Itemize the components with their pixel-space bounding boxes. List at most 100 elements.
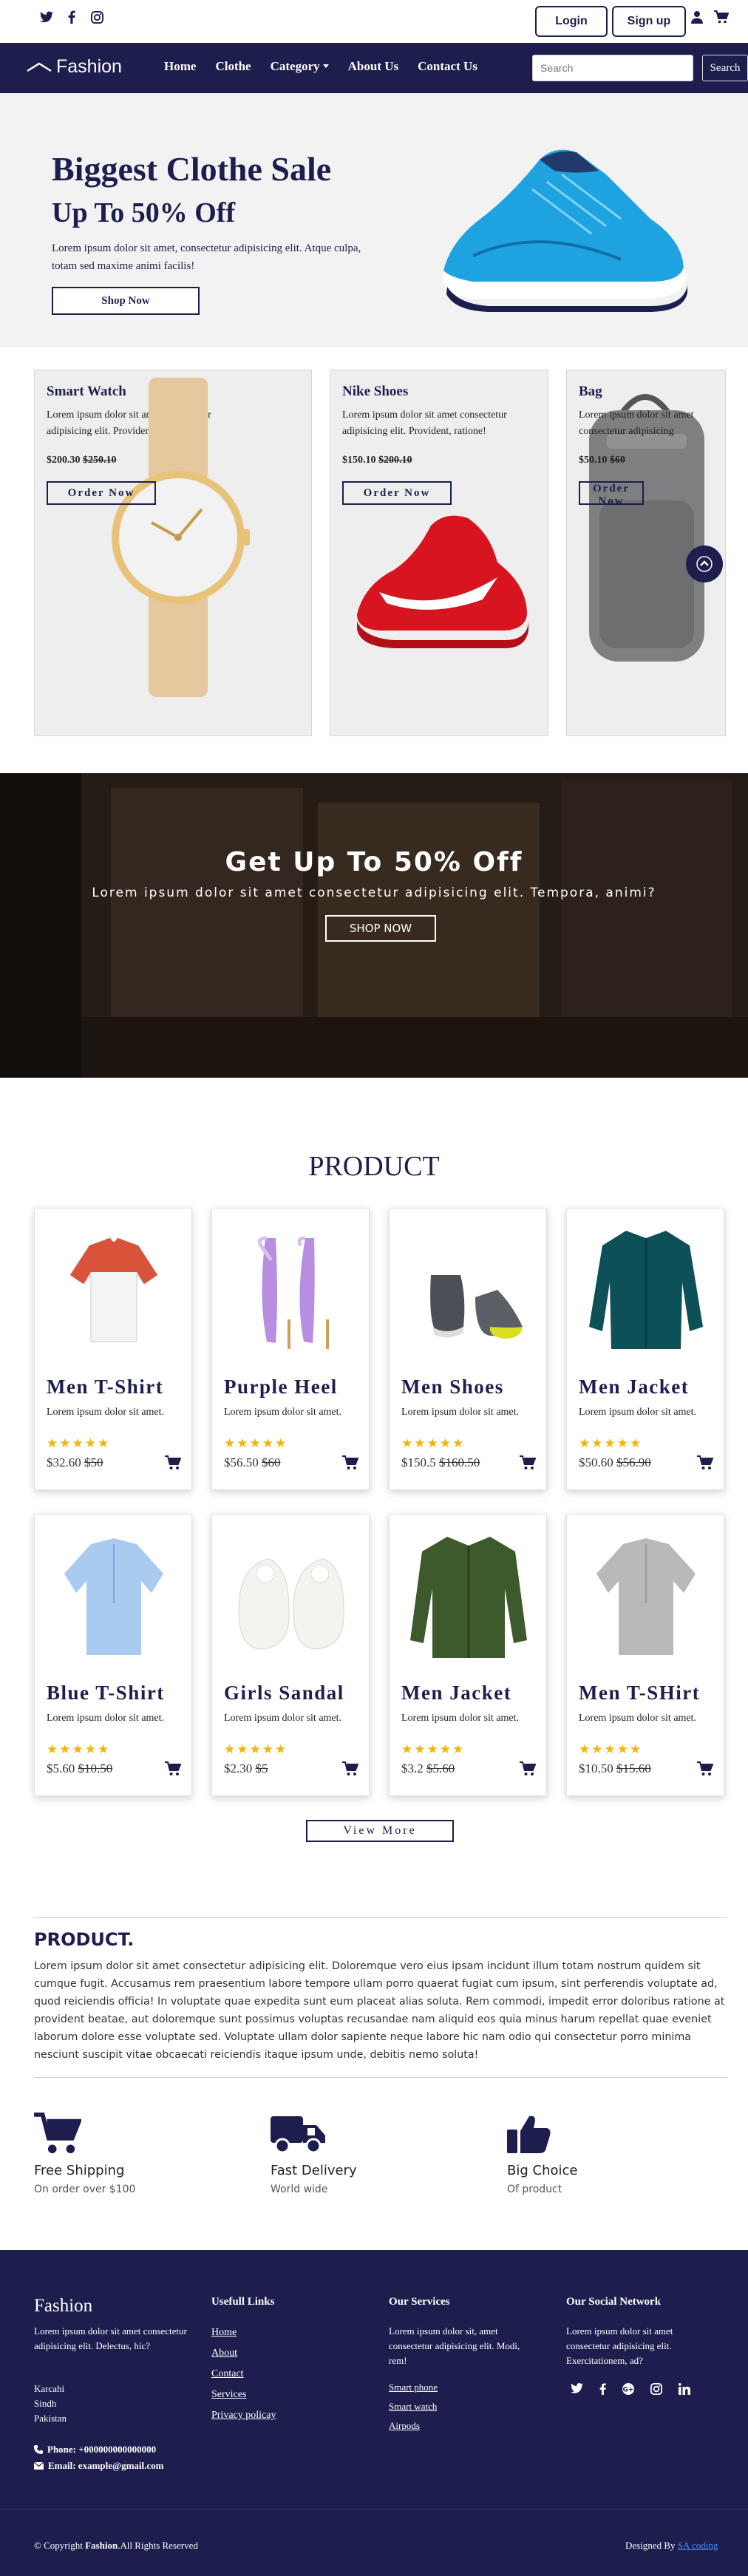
nav-link-home[interactable]: Home bbox=[164, 59, 196, 74]
footer-address-city: Karcahi bbox=[34, 2383, 65, 2394]
product-card[interactable]: Men Jacket Lorem ipsum dolor sit amet. ★… bbox=[389, 1514, 547, 1796]
rating-stars: ★★★★★ bbox=[224, 1436, 288, 1451]
blue-shirt-image bbox=[64, 1538, 163, 1655]
footer-link-home[interactable]: Home bbox=[211, 2327, 237, 2339]
footer-social-title: Our Social Network bbox=[566, 2296, 662, 2308]
product-price: $5.60 $10.50 bbox=[47, 1761, 112, 1776]
add-to-cart-icon[interactable] bbox=[520, 1761, 536, 1776]
product-price: $50.60 $56.90 bbox=[579, 1455, 651, 1470]
watch-image bbox=[112, 378, 250, 697]
user-icon[interactable] bbox=[690, 10, 704, 24]
footer-service-airpods[interactable]: Airpods bbox=[389, 2420, 420, 2432]
featured-price: $50.10 $60 bbox=[579, 455, 625, 466]
footer-email-text: Email: example@gmail.com bbox=[48, 2460, 164, 2471]
banner-text: Lorem ipsum dolor sit amet consectetur a… bbox=[92, 886, 656, 900]
add-to-cart-icon[interactable] bbox=[342, 1761, 358, 1776]
brand-logo[interactable]: Fashion bbox=[27, 56, 122, 78]
feature-free-shipping: Free Shipping On order over $100 bbox=[34, 2113, 135, 2195]
product-old-price: $160.50 bbox=[439, 1455, 480, 1469]
product-card[interactable]: Men T-Shirt Lorem ipsum dolor sit amet. … bbox=[34, 1208, 192, 1490]
sandal-image bbox=[238, 1558, 344, 1650]
cart-icon bbox=[34, 2113, 83, 2154]
banner-shop-now-button[interactable]: SHOP NOW bbox=[325, 915, 436, 942]
nav-links: Home Clothe Category About Us Contact Us bbox=[164, 59, 497, 74]
footer-brand: Fashion bbox=[34, 2296, 93, 2316]
instagram-icon[interactable] bbox=[650, 2383, 662, 2395]
product-old-price: $60 bbox=[262, 1455, 281, 1469]
thumbs-up-icon bbox=[507, 2115, 551, 2153]
product-price: $3.2 $5.60 bbox=[401, 1761, 455, 1776]
product-card[interactable]: Men Jacket Lorem ipsum dolor sit amet. ★… bbox=[566, 1208, 724, 1490]
product-card[interactable]: Blue T-Shirt Lorem ipsum dolor sit amet.… bbox=[34, 1514, 192, 1796]
twitter-icon[interactable] bbox=[40, 10, 53, 24]
phone-icon bbox=[34, 2445, 43, 2454]
hero-shop-now-button[interactable]: Shop Now bbox=[52, 287, 200, 315]
order-now-button[interactable]: Order Now bbox=[342, 481, 452, 505]
nav-link-about[interactable]: About Us bbox=[348, 59, 399, 74]
rating-stars: ★★★★★ bbox=[224, 1742, 288, 1757]
red-sneaker-image bbox=[357, 515, 528, 648]
add-to-cart-icon[interactable] bbox=[165, 1761, 181, 1776]
view-more-button[interactable]: View More bbox=[306, 1820, 454, 1842]
footer-link-contact[interactable]: Contact bbox=[211, 2368, 244, 2380]
linkedin-icon[interactable] bbox=[679, 2383, 690, 2395]
product-card[interactable]: Purple Heel Lorem ipsum dolor sit amet. … bbox=[211, 1208, 370, 1490]
cart-icon[interactable] bbox=[714, 10, 729, 24]
product-current-price: $10.50 bbox=[579, 1761, 613, 1775]
google-plus-icon[interactable]: G+ bbox=[622, 2383, 634, 2395]
footer-link-services[interactable]: Services bbox=[211, 2389, 246, 2401]
nav-link-category[interactable]: Category bbox=[271, 59, 329, 74]
add-to-cart-icon[interactable] bbox=[342, 1455, 358, 1470]
footer-services-text: Lorem ipsum dolor sit, amet consectetur … bbox=[389, 2325, 520, 2366]
designed-by-label: Designed By bbox=[625, 2540, 676, 2551]
nav-category-label: Category bbox=[270, 59, 320, 73]
footer-service-smart-phone[interactable]: Smart phone bbox=[389, 2382, 438, 2393]
product-price: $2.30 $5 bbox=[224, 1761, 268, 1776]
product-desc: Lorem ipsum dolor sit amet. bbox=[47, 1407, 165, 1418]
product-card[interactable]: Men T-SHirt Lorem ipsum dolor sit amet. … bbox=[566, 1514, 724, 1796]
top-social-links bbox=[40, 10, 103, 24]
featured-desc: Lorem ipsum dolor sit amet consectetur a… bbox=[342, 409, 507, 437]
add-to-cart-icon[interactable] bbox=[697, 1761, 713, 1776]
product-current-price: $5.60 bbox=[47, 1761, 75, 1775]
product-desc: Lorem ipsum dolor sit amet. bbox=[401, 1407, 520, 1418]
promo-banner: Get Up To 50% Off Lorem ipsum dolor sit … bbox=[0, 773, 748, 1078]
feature-fast-delivery: Fast Delivery World wide bbox=[271, 2113, 357, 2195]
top-icons bbox=[690, 10, 729, 24]
scroll-top-button[interactable] bbox=[686, 546, 723, 582]
search-button[interactable]: Search bbox=[702, 55, 748, 81]
footer-link-privacy[interactable]: Privacy policay bbox=[211, 2410, 276, 2422]
add-to-cart-icon[interactable] bbox=[520, 1455, 536, 1470]
featured-old-price: $200.10 bbox=[378, 455, 412, 466]
add-to-cart-icon[interactable] bbox=[697, 1455, 713, 1470]
nav-link-clothe[interactable]: Clothe bbox=[215, 59, 251, 74]
feature-title: Big Choice bbox=[507, 2163, 578, 2178]
twitter-icon[interactable] bbox=[571, 2383, 583, 2393]
facebook-icon[interactable] bbox=[599, 2383, 606, 2395]
copyright-suffix: .All Rights Reserved bbox=[118, 2540, 198, 2551]
order-now-button[interactable]: Order Now bbox=[579, 481, 644, 507]
product-current-price: $3.2 bbox=[401, 1761, 424, 1775]
footer-link-about[interactable]: About bbox=[211, 2348, 237, 2359]
footer-social-links: G+ bbox=[571, 2383, 690, 2395]
product-price: $32.60 $50 bbox=[47, 1455, 103, 1470]
product-card[interactable]: Girls Sandal Lorem ipsum dolor sit amet.… bbox=[211, 1514, 370, 1796]
login-button[interactable]: Login bbox=[535, 6, 608, 37]
signup-button[interactable]: Sign up bbox=[612, 6, 686, 37]
instagram-icon[interactable] bbox=[90, 10, 103, 24]
nav-link-contact[interactable]: Contact Us bbox=[418, 59, 477, 74]
add-to-cart-icon[interactable] bbox=[165, 1455, 181, 1470]
featured-card-watch: Smart Watch Lorem ipsum dolor sit amet c… bbox=[34, 370, 312, 736]
featured-card-shoes: Nike Shoes Lorem ipsum dolor sit amet co… bbox=[330, 370, 548, 736]
feature-title: Free Shipping bbox=[34, 2163, 125, 2178]
product-desc: Lorem ipsum dolor sit amet. bbox=[224, 1713, 342, 1724]
footer-social-text: Lorem ipsum dolor sit amet consectetur a… bbox=[566, 2325, 673, 2366]
search-input[interactable] bbox=[532, 55, 693, 81]
order-now-button[interactable]: Order Now bbox=[47, 481, 156, 505]
product-name: Blue T-Shirt bbox=[47, 1682, 165, 1704]
footer-service-smart-watch[interactable]: Smart watch bbox=[389, 2401, 437, 2413]
product-card[interactable]: Men Shoes Lorem ipsum dolor sit amet. ★★… bbox=[389, 1208, 547, 1490]
tshirt-image bbox=[69, 1237, 158, 1342]
designer-link[interactable]: SA coding bbox=[678, 2540, 718, 2551]
facebook-icon[interactable] bbox=[65, 10, 78, 24]
